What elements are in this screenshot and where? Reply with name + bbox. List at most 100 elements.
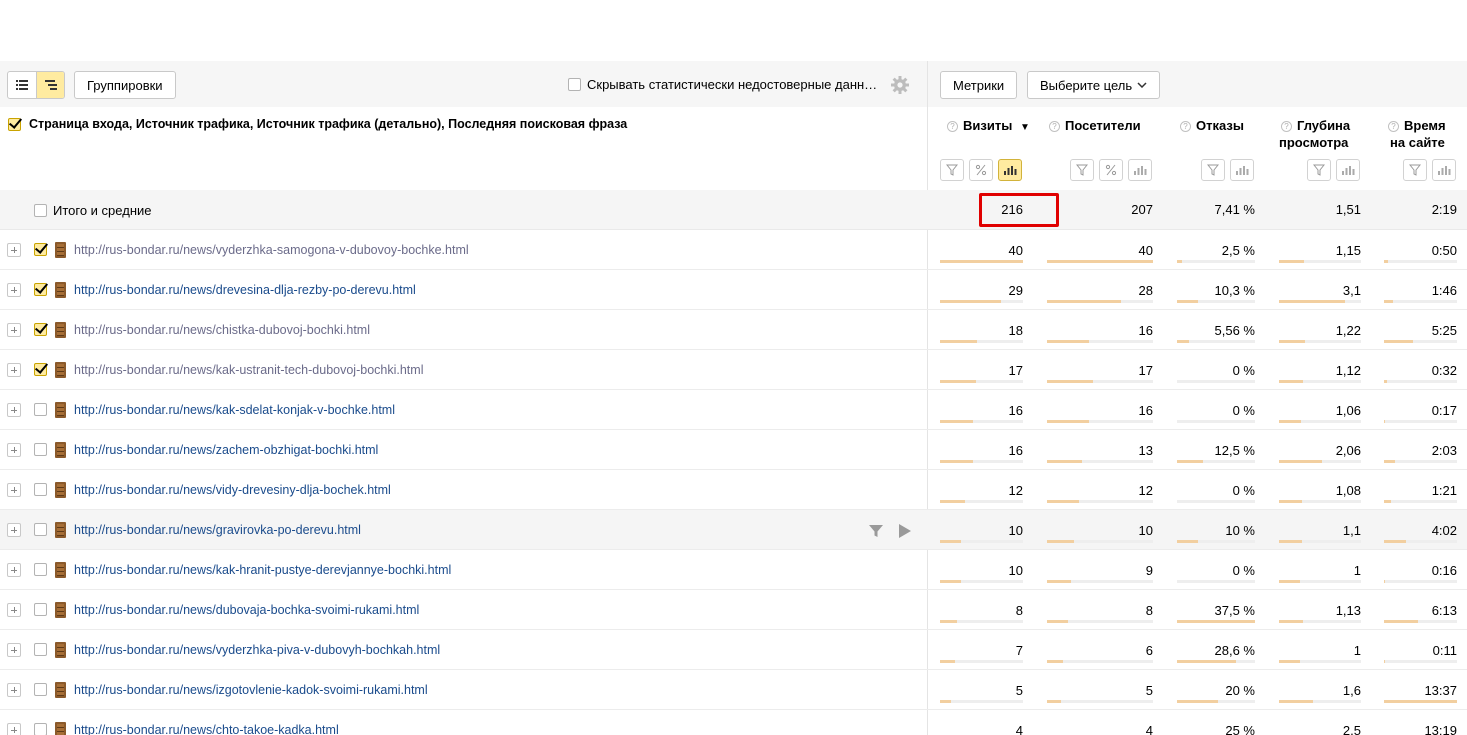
tree-view-button[interactable] bbox=[36, 72, 64, 98]
help-icon[interactable]: ? bbox=[1180, 121, 1191, 132]
help-icon[interactable]: ? bbox=[1281, 121, 1292, 132]
row-checkbox[interactable] bbox=[34, 603, 47, 616]
col-header-time[interactable]: ? Время на сайте bbox=[1388, 117, 1446, 151]
expand-row-button[interactable] bbox=[7, 243, 21, 257]
filter-button[interactable] bbox=[940, 159, 964, 181]
row-url-link[interactable]: http://rus-bondar.ru/news/vidy-drevesiny… bbox=[74, 483, 391, 497]
totals-checkbox[interactable] bbox=[34, 204, 47, 217]
expand-row-button[interactable] bbox=[7, 283, 21, 297]
expand-row-button[interactable] bbox=[7, 723, 21, 735]
filter-button[interactable] bbox=[1070, 159, 1094, 181]
table-row[interactable]: http://rus-bondar.ru/news/zachem-obzhiga… bbox=[0, 430, 1467, 470]
expand-row-button[interactable] bbox=[7, 683, 21, 697]
table-row[interactable]: http://rus-bondar.ru/news/kak-sdelat-kon… bbox=[0, 390, 1467, 430]
percent-button[interactable] bbox=[1099, 159, 1123, 181]
select-all-checkbox[interactable] bbox=[8, 118, 21, 131]
row-url-link[interactable]: http://rus-bondar.ru/news/vyderzhka-piva… bbox=[74, 643, 440, 657]
row-checkbox[interactable] bbox=[34, 563, 47, 576]
row-url-link[interactable]: http://rus-bondar.ru/news/kak-hranit-pus… bbox=[74, 563, 451, 577]
row-url-link[interactable]: http://rus-bondar.ru/news/kak-ustranit-t… bbox=[74, 363, 423, 377]
cell-time: 6:13 bbox=[1431, 603, 1457, 618]
chart-button[interactable] bbox=[998, 159, 1022, 181]
row-checkbox[interactable] bbox=[34, 643, 47, 656]
hide-unreliable-toggle[interactable]: Скрывать статистически недостоверные дан… bbox=[568, 77, 877, 92]
bar-visitors bbox=[1047, 460, 1153, 463]
chart-button[interactable] bbox=[1128, 159, 1152, 181]
help-icon[interactable]: ? bbox=[1388, 121, 1399, 132]
expand-row-button[interactable] bbox=[7, 443, 21, 457]
expand-row-button[interactable] bbox=[7, 403, 21, 417]
table-row[interactable]: http://rus-bondar.ru/news/vyderzhka-samo… bbox=[0, 230, 1467, 270]
cell-visits: 8 bbox=[1015, 603, 1023, 618]
table-row[interactable]: http://rus-bondar.ru/news/vyderzhka-piva… bbox=[0, 630, 1467, 670]
filter-icon[interactable] bbox=[868, 523, 884, 539]
cell-bounces: 12,5 % bbox=[1214, 443, 1255, 458]
help-icon[interactable]: ? bbox=[1049, 121, 1060, 132]
expand-row-button[interactable] bbox=[7, 523, 21, 537]
bar-chart-icon bbox=[1236, 166, 1249, 175]
metrics-button[interactable]: Метрики bbox=[940, 71, 1018, 99]
row-url-link[interactable]: http://rus-bondar.ru/news/gravirovka-po-… bbox=[74, 523, 361, 537]
percent-button[interactable] bbox=[969, 159, 993, 181]
table-row[interactable]: http://rus-bondar.ru/news/kak-ustranit-t… bbox=[0, 350, 1467, 390]
chart-button[interactable] bbox=[1432, 159, 1456, 181]
row-url-link[interactable]: http://rus-bondar.ru/news/dubovaja-bochk… bbox=[74, 603, 419, 617]
row-url-link[interactable]: http://rus-bondar.ru/news/drevesina-dlja… bbox=[74, 283, 416, 297]
expand-row-button[interactable] bbox=[7, 643, 21, 657]
row-checkbox[interactable] bbox=[34, 243, 47, 256]
row-url-link[interactable]: http://rus-bondar.ru/news/chto-takoe-kad… bbox=[74, 723, 339, 735]
table-row[interactable]: http://rus-bondar.ru/news/drevesina-dlja… bbox=[0, 270, 1467, 310]
cell-bounces: 0 % bbox=[1232, 363, 1255, 378]
row-checkbox[interactable] bbox=[34, 283, 47, 296]
table-row[interactable]: http://rus-bondar.ru/news/chistka-dubovo… bbox=[0, 310, 1467, 350]
table-row[interactable]: http://rus-bondar.ru/news/kak-hranit-pus… bbox=[0, 550, 1467, 590]
col-header-visits[interactable]: ? Визиты ▼ bbox=[947, 117, 1030, 136]
row-checkbox[interactable] bbox=[34, 323, 47, 336]
cell-visits: 29 bbox=[1008, 283, 1023, 298]
expand-row-button[interactable] bbox=[7, 323, 21, 337]
list-view-button[interactable] bbox=[8, 72, 36, 98]
filter-button[interactable] bbox=[1403, 159, 1427, 181]
row-url-link[interactable]: http://rus-bondar.ru/news/kak-sdelat-kon… bbox=[74, 403, 395, 417]
row-checkbox[interactable] bbox=[34, 483, 47, 496]
cell-visitors: 9 bbox=[1145, 563, 1153, 578]
table-row[interactable]: http://rus-bondar.ru/news/chto-takoe-kad… bbox=[0, 710, 1467, 735]
col-header-visitors[interactable]: ? Посетители bbox=[1049, 117, 1141, 134]
cell-depth: 3,1 bbox=[1342, 283, 1361, 298]
dimension-header-label: Страница входа, Источник трафика, Источн… bbox=[29, 117, 628, 131]
col-header-bounces[interactable]: ? Отказы bbox=[1180, 117, 1244, 134]
gear-icon[interactable] bbox=[891, 76, 909, 94]
filter-button[interactable] bbox=[1201, 159, 1225, 181]
expand-row-button[interactable] bbox=[7, 563, 21, 577]
row-checkbox[interactable] bbox=[34, 683, 47, 696]
row-url-link[interactable]: http://rus-bondar.ru/news/vyderzhka-samo… bbox=[74, 243, 469, 257]
table-row[interactable]: http://rus-bondar.ru/news/dubovaja-bochk… bbox=[0, 590, 1467, 630]
row-checkbox[interactable] bbox=[34, 523, 47, 536]
play-icon[interactable] bbox=[898, 523, 912, 539]
table-row[interactable]: http://rus-bondar.ru/news/izgotovlenie-k… bbox=[0, 670, 1467, 710]
row-url-link[interactable]: http://rus-bondar.ru/news/izgotovlenie-k… bbox=[74, 683, 428, 697]
col-header-depth[interactable]: ? Глубина просмотра bbox=[1279, 117, 1350, 151]
filter-button[interactable] bbox=[1307, 159, 1331, 181]
row-checkbox[interactable] bbox=[34, 443, 47, 456]
row-checkbox[interactable] bbox=[34, 403, 47, 416]
hide-unreliable-checkbox[interactable] bbox=[568, 78, 581, 91]
report-toolbar: Группировки Скрывать статистически недос… bbox=[0, 61, 1467, 107]
bar-visits bbox=[940, 580, 1023, 583]
table-row[interactable]: http://rus-bondar.ru/news/vidy-drevesiny… bbox=[0, 470, 1467, 510]
row-checkbox[interactable] bbox=[34, 363, 47, 376]
expand-row-button[interactable] bbox=[7, 363, 21, 377]
row-url-link[interactable]: http://rus-bondar.ru/news/chistka-dubovo… bbox=[74, 323, 370, 337]
goal-select[interactable]: Выберите цель bbox=[1027, 71, 1161, 99]
row-checkbox[interactable] bbox=[34, 723, 47, 735]
expand-row-button[interactable] bbox=[7, 603, 21, 617]
barrel-favicon-icon bbox=[55, 682, 66, 698]
chart-button[interactable] bbox=[1336, 159, 1360, 181]
help-icon[interactable]: ? bbox=[947, 121, 958, 132]
table-row[interactable]: http://rus-bondar.ru/news/gravirovka-po-… bbox=[0, 510, 1467, 550]
row-url-link[interactable]: http://rus-bondar.ru/news/zachem-obzhiga… bbox=[74, 443, 378, 457]
filter-icon bbox=[946, 164, 958, 176]
groupings-button[interactable]: Группировки bbox=[74, 71, 176, 99]
chart-button[interactable] bbox=[1230, 159, 1254, 181]
expand-row-button[interactable] bbox=[7, 483, 21, 497]
